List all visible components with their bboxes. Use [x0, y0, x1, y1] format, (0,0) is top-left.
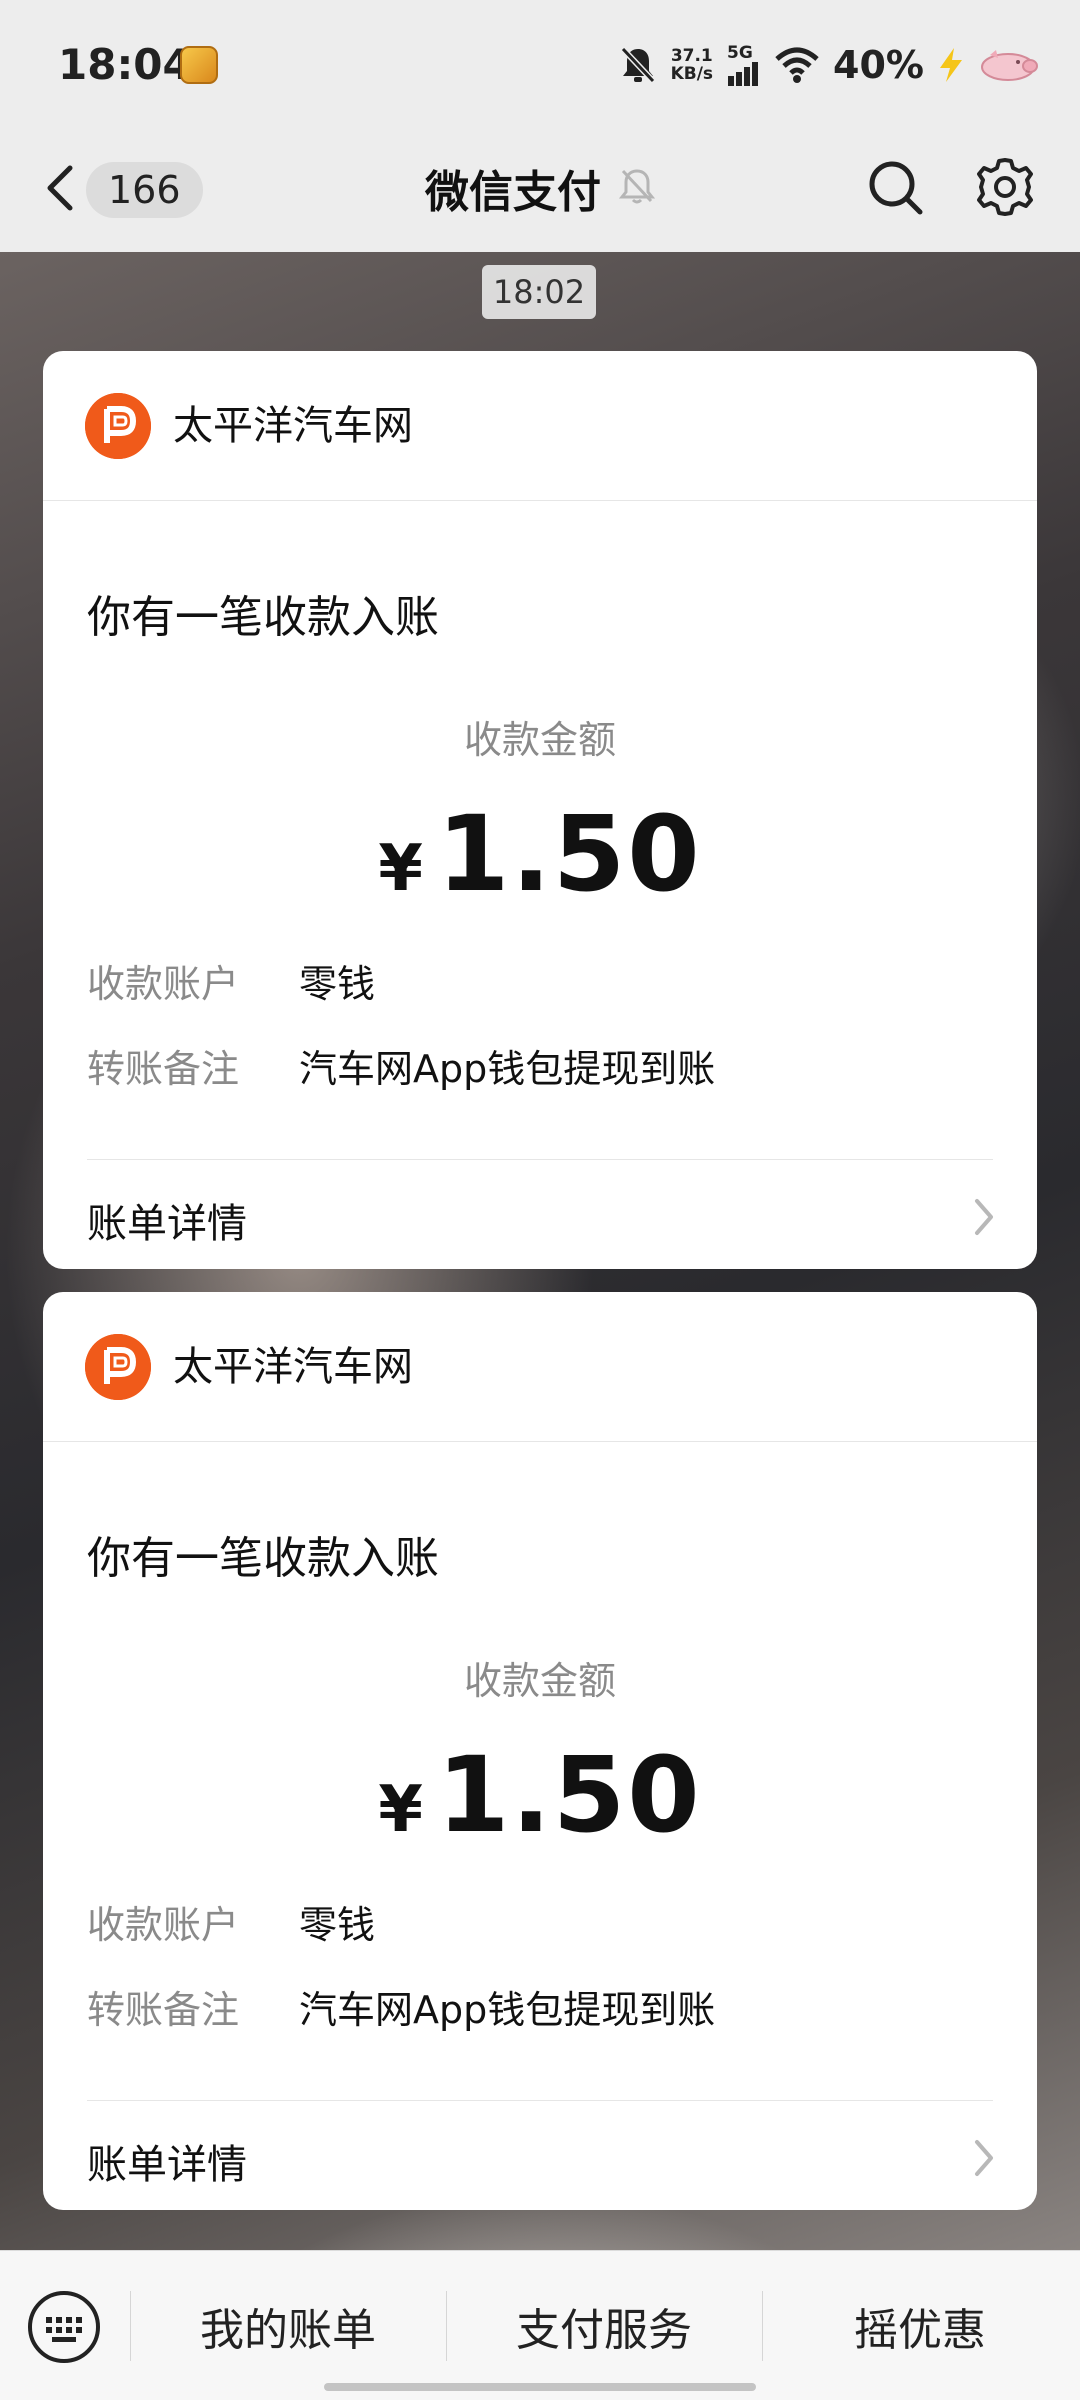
card-header: 太平洋汽车网	[43, 1292, 1037, 1442]
info-key: 转账备注	[87, 1987, 240, 2032]
keyboard-icon[interactable]	[26, 2289, 102, 2365]
status-indicators: 37.1 KB/s 5G 40%	[619, 40, 1040, 90]
amount-value: 1.50	[436, 793, 702, 915]
charging-icon	[938, 48, 964, 82]
menu-shake-offers[interactable]: 摇优惠	[762, 2251, 1078, 2400]
signal-icon: 5G	[727, 44, 761, 86]
pacific-auto-logo	[85, 393, 151, 459]
info-key: 收款账户	[87, 1902, 240, 1947]
chevron-right-icon	[971, 1195, 997, 1239]
merchant-name: 太平洋汽车网	[173, 403, 413, 449]
currency-symbol: ¥	[378, 1773, 423, 1847]
merchant-name: 太平洋汽车网	[173, 1344, 413, 1390]
bill-detail-label: 账单详情	[87, 2142, 247, 2188]
amount: ¥ 1.50	[43, 1734, 1037, 1856]
mute-icon	[619, 45, 657, 85]
bill-detail-link[interactable]: 账单详情	[43, 2102, 1037, 2210]
message-timestamp: 18:02	[482, 265, 596, 319]
muted-bell-icon	[618, 167, 656, 209]
card-header: 太平洋汽车网	[43, 351, 1037, 501]
payment-card[interactable]: 太平洋汽车网 你有一笔收款入账 收款金额 ¥ 1.50 收款账户 零钱 转账备注…	[43, 1292, 1037, 2210]
network-type: 5G	[727, 43, 753, 63]
menu-payment-services[interactable]: 支付服务	[446, 2251, 762, 2400]
net-speed: 37.1 KB/s	[671, 47, 713, 83]
game-app-icon	[180, 46, 218, 84]
info-value: 汽车网App钱包提现到账	[299, 1046, 716, 1091]
info-value: 汽车网App钱包提现到账	[299, 1987, 716, 2032]
pacific-auto-logo	[85, 1334, 151, 1400]
info-value: 零钱	[299, 1902, 376, 1947]
card-heading: 你有一笔收款入账	[87, 1533, 439, 1584]
gear-icon[interactable]	[974, 156, 1036, 218]
amount-label: 收款金额	[463, 1659, 616, 1703]
info-row-account: 收款账户 零钱	[87, 1891, 375, 1951]
info-value: 零钱	[299, 961, 376, 1006]
info-row-remark: 转账备注 汽车网App钱包提现到账	[87, 1976, 715, 2036]
info-row-remark: 转账备注 汽车网App钱包提现到账	[87, 1035, 715, 1095]
divider	[87, 1159, 993, 1160]
amount-label: 收款金额	[463, 718, 616, 762]
payment-card[interactable]: 太平洋汽车网 你有一笔收款入账 收款金额 ¥ 1.50 收款账户 零钱 转账备注…	[43, 351, 1037, 1269]
net-speed-unit: KB/s	[670, 64, 714, 84]
wifi-icon	[775, 47, 819, 83]
battery-level: 40%	[833, 43, 924, 87]
pig-icon	[978, 48, 1040, 82]
home-indicator[interactable]	[324, 2383, 756, 2391]
info-key: 收款账户	[87, 961, 240, 1006]
amount-value: 1.50	[436, 1734, 702, 1856]
title-bar: 166 微信支付	[0, 130, 1080, 252]
page-title: 微信支付	[425, 167, 601, 218]
chevron-right-icon	[971, 2136, 997, 2180]
bill-detail-label: 账单详情	[87, 1201, 247, 1247]
status-bar: 18:04 37.1 KB/s 5G 40%	[0, 0, 1080, 130]
net-speed-value: 37.1	[670, 46, 713, 66]
bill-detail-link[interactable]: 账单详情	[43, 1161, 1037, 1269]
card-heading: 你有一笔收款入账	[87, 592, 439, 643]
menu-my-bills[interactable]: 我的账单	[130, 2251, 446, 2400]
currency-symbol: ¥	[378, 832, 423, 906]
info-key: 转账备注	[87, 1046, 240, 1091]
status-time: 18:04	[58, 40, 192, 89]
search-icon[interactable]	[866, 158, 926, 218]
divider	[87, 2100, 993, 2101]
info-row-account: 收款账户 零钱	[87, 950, 375, 1010]
amount: ¥ 1.50	[43, 793, 1037, 915]
bottom-menu: 我的账单 支付服务 摇优惠	[0, 2250, 1080, 2400]
